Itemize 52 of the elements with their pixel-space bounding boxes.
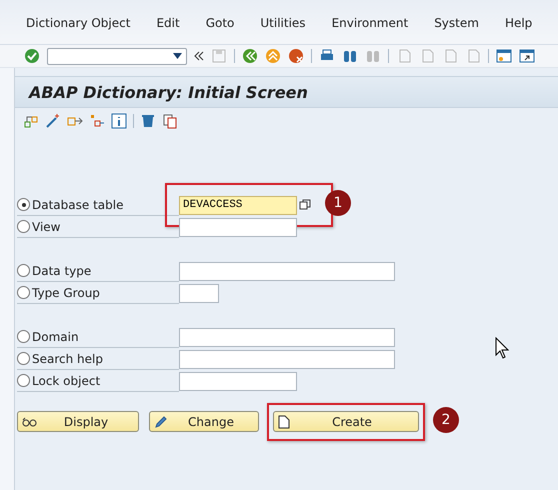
glasses-icon	[22, 416, 38, 426]
menu-item[interactable]: Environment	[332, 16, 408, 30]
menu-item[interactable]: Dictionary Object	[26, 16, 130, 30]
checkmark-icon[interactable]	[24, 48, 40, 64]
info-icon[interactable]	[111, 113, 127, 129]
step-badge: 2	[433, 407, 459, 433]
radio-option[interactable]: Type Group	[17, 282, 179, 304]
input-field[interactable]	[179, 262, 395, 280]
tree-structure-icon[interactable]	[89, 113, 105, 129]
step-badge: 1	[325, 190, 351, 216]
blank-page-icon	[278, 414, 290, 428]
back-icon[interactable]	[242, 48, 258, 64]
input-field[interactable]	[179, 328, 395, 346]
radio-option[interactable]: Search help	[17, 348, 179, 370]
display-button[interactable]: Display	[17, 411, 139, 432]
pencil-icon	[154, 414, 168, 428]
input-field[interactable]	[179, 218, 297, 236]
chevrons-left-icon[interactable]	[194, 51, 204, 61]
input-field[interactable]	[179, 284, 219, 302]
radio-button[interactable]	[17, 198, 30, 211]
create-button[interactable]: Create	[273, 411, 419, 432]
radio-button[interactable]	[17, 286, 30, 299]
copy-icon[interactable]	[162, 113, 178, 129]
radio-option[interactable]: Database table	[17, 194, 179, 216]
radio-option[interactable]: Domain	[17, 326, 179, 348]
input-field[interactable]	[179, 372, 297, 390]
menu-item[interactable]: Edit	[156, 16, 180, 30]
new-window-icon[interactable]	[496, 48, 512, 64]
radio-option[interactable]: View	[17, 216, 179, 238]
trash-icon[interactable]	[140, 113, 156, 129]
menu-item[interactable]: Utilities	[260, 16, 306, 30]
radio-option[interactable]: Lock object	[17, 370, 179, 392]
command-field[interactable]	[47, 48, 187, 64]
change-button[interactable]: Change	[149, 411, 259, 432]
radio-button[interactable]	[17, 264, 30, 277]
screen-title: ABAP Dictionary: Initial Screen	[15, 76, 558, 108]
radio-button[interactable]	[17, 330, 30, 343]
cancel-icon[interactable]	[288, 48, 304, 64]
menu-item[interactable]: Goto	[206, 16, 234, 30]
radio-button[interactable]	[17, 374, 30, 387]
shortcut-window-icon[interactable]	[519, 48, 535, 64]
dropdown-icon[interactable]	[173, 53, 182, 59]
radio-button[interactable]	[17, 352, 30, 365]
radio-button[interactable]	[17, 220, 30, 233]
copy-icon[interactable]	[299, 199, 311, 211]
menu-item[interactable]: Help	[504, 16, 532, 30]
radio-option[interactable]: Data type	[17, 260, 179, 282]
input-field[interactable]	[179, 350, 395, 368]
mouse-pointer-icon	[495, 337, 509, 359]
menu-item[interactable]: System	[434, 16, 479, 30]
input-field[interactable]: DEVACCESS	[179, 196, 297, 214]
magic-wand-icon[interactable]	[45, 113, 61, 129]
